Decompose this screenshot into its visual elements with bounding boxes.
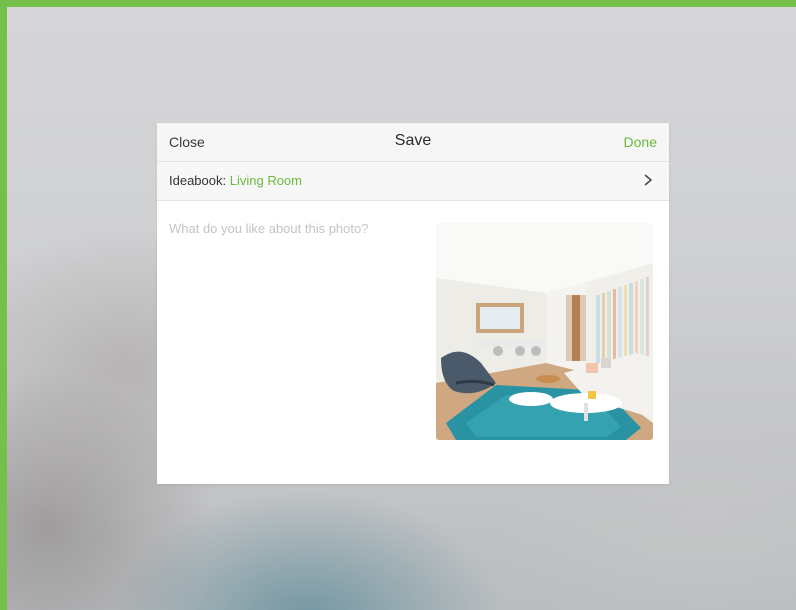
ideabook-selector[interactable]: Ideabook: Living Room [157, 162, 669, 201]
done-button[interactable]: Done [624, 134, 657, 150]
ideabook-label-text: Ideabook: [169, 173, 227, 188]
save-dialog: Close Save Done Ideabook: Living Room [157, 123, 669, 484]
dialog-body [157, 201, 669, 485]
photo-illustration [436, 223, 653, 440]
living-room-photo [436, 223, 653, 440]
dialog-title: Save [394, 132, 432, 149]
ideabook-label: Ideabook: Living Room [169, 173, 302, 188]
comment-input[interactable] [169, 221, 419, 421]
dialog-header: Close Save Done [157, 123, 669, 162]
ideabook-value: Living Room [229, 173, 302, 188]
chevron-right-icon [644, 174, 653, 186]
